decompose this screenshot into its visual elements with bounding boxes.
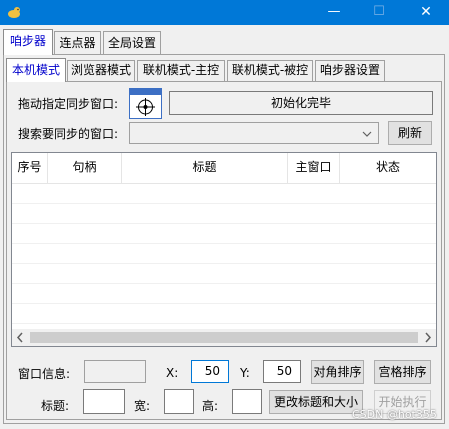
y-input[interactable]: 50 (263, 360, 301, 383)
tab-clicker[interactable]: 连点器 (54, 31, 101, 55)
close-button[interactable]: ✕ (403, 0, 449, 25)
row-line (12, 243, 436, 244)
change-title-size-button[interactable]: 更改标题和大小 (269, 390, 363, 414)
x-label: X: (166, 366, 179, 380)
column-header-handle[interactable]: 句柄 (48, 153, 122, 183)
header-divider (12, 183, 436, 184)
window-list-table[interactable]: 序号 句柄 标题 主窗口 状态 (11, 152, 437, 347)
title-bar: — ☐ ✕ (0, 0, 449, 25)
title-input[interactable] (83, 389, 125, 414)
width-label: 宽: (134, 399, 151, 413)
row-line (12, 263, 436, 264)
crosshair-icon (136, 98, 155, 116)
search-window-combo[interactable] (129, 122, 379, 144)
tab-online-slave[interactable]: 联机模式-被控 (227, 60, 313, 81)
app-pet-icon (8, 7, 20, 18)
chevron-down-icon (362, 131, 372, 137)
watermark: CSDN @hot355 (352, 408, 437, 421)
row-line (12, 283, 436, 284)
column-header-main-window[interactable]: 主窗口 (288, 153, 340, 183)
search-window-label: 搜索要同步的窗口: (18, 127, 119, 141)
horizontal-scrollbar[interactable] (12, 329, 436, 346)
height-label: 高: (202, 399, 219, 413)
refresh-button[interactable]: 刷新 (388, 121, 432, 145)
row-line (12, 223, 436, 224)
width-input[interactable] (164, 389, 194, 414)
status-display: 初始化完毕 (169, 91, 433, 115)
column-header-index[interactable]: 序号 (12, 153, 48, 183)
diagonal-sort-button[interactable]: 对角排序 (311, 360, 364, 384)
tab-online-master[interactable]: 联机模式-主控 (137, 60, 225, 81)
window-info-field (84, 360, 146, 383)
scroll-thumb[interactable] (30, 332, 418, 343)
table-header: 序号 句柄 标题 主窗口 状态 (12, 153, 436, 183)
scroll-right-icon[interactable] (419, 329, 436, 346)
tab-browser-mode[interactable]: 浏览器模式 (67, 60, 135, 81)
tab-local-mode[interactable]: 本机模式 (6, 58, 66, 82)
height-input[interactable] (232, 389, 262, 414)
column-header-title[interactable]: 标题 (122, 153, 288, 183)
row-line (12, 203, 436, 204)
window-info-label: 窗口信息: (18, 367, 71, 381)
minimize-button[interactable]: — (311, 0, 357, 25)
tab-syncer-settings[interactable]: 咱步器设置 (315, 60, 385, 81)
column-header-status[interactable]: 状态 (340, 153, 436, 183)
tab-syncer[interactable]: 咱步器 (3, 29, 53, 55)
maximize-button[interactable]: ☐ (356, 0, 402, 25)
scroll-left-icon[interactable] (12, 329, 29, 346)
row-line (12, 303, 436, 304)
tab-global-settings[interactable]: 全局设置 (103, 31, 161, 55)
x-input[interactable]: 50 (191, 360, 229, 383)
grid-sort-button[interactable]: 宫格排序 (374, 360, 431, 384)
title-label: 标题: (41, 399, 70, 413)
y-label: Y: (240, 366, 250, 380)
drag-window-label: 拖动指定同步窗口: (18, 97, 119, 111)
crosshair-drag-target[interactable] (129, 88, 162, 119)
row-line (12, 323, 436, 324)
